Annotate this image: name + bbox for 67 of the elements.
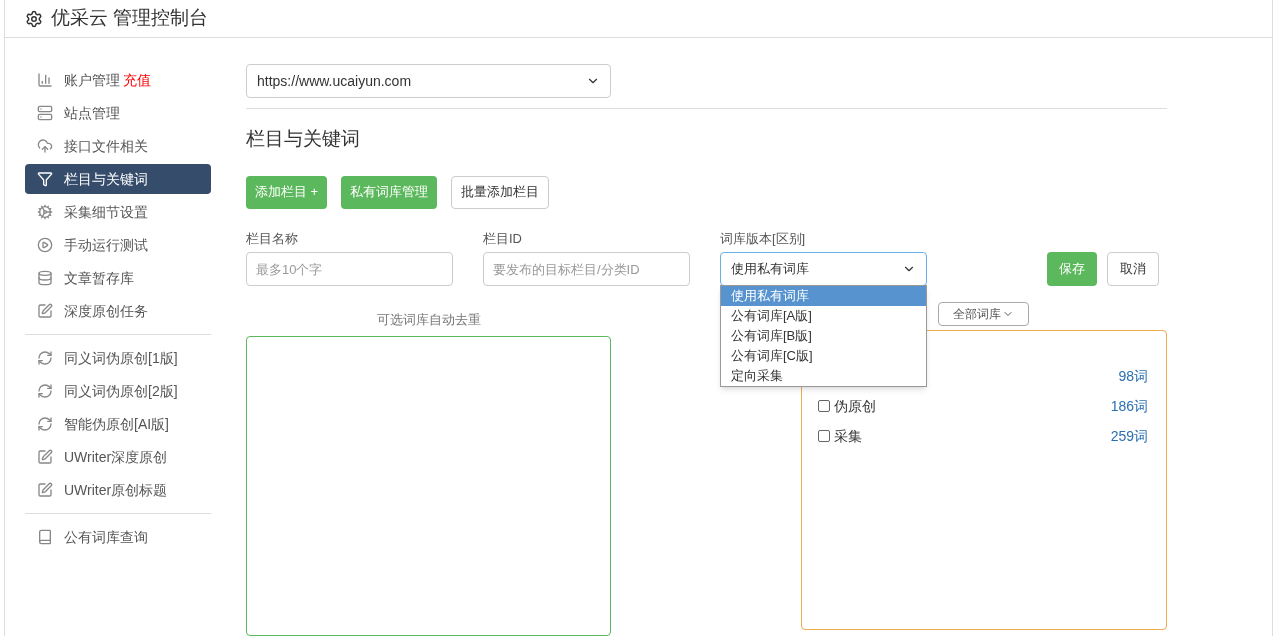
edit-icon: [37, 303, 53, 319]
library-name: 采集: [834, 426, 862, 446]
recharge-link[interactable]: 充值: [123, 69, 151, 91]
hint-text: 可选词库自动去重: [376, 311, 481, 329]
sidebar-item[interactable]: 账户管理 充值: [25, 65, 211, 95]
settings-icon: [25, 9, 43, 28]
dropdown-option[interactable]: 定向采集: [721, 365, 926, 386]
sidebar-item[interactable]: UWriter深度原创: [25, 442, 211, 472]
server-icon: [37, 105, 53, 121]
sidebar-item[interactable]: 深度原创任务: [25, 296, 211, 326]
app-title: 优采云 管理控制台: [51, 6, 209, 31]
gears-icon: [37, 204, 53, 220]
sidebar-label: 手动运行测试: [64, 235, 148, 255]
input-field[interactable]: 最多10个字: [246, 252, 453, 286]
sidebar-item[interactable]: 公有词库查询: [25, 522, 211, 552]
sidebar-label: 采集细节设置: [64, 202, 148, 222]
sidebar-label: 栏目与关键词: [64, 169, 148, 189]
sidebar-label: 公有词库查询: [64, 527, 148, 547]
sidebar-label: UWriter原创标题: [64, 480, 168, 500]
database-icon: [37, 270, 53, 286]
sidebar-item[interactable]: 同义词伪原创[2版]: [25, 376, 211, 406]
library-name: 伪原创: [834, 396, 876, 416]
sidebar-label: 账户管理: [64, 70, 120, 90]
sidebar-item[interactable]: UWriter原创标题: [25, 475, 211, 505]
cloud-upload-icon: [37, 138, 53, 154]
library-filter-select[interactable]: 全部词库: [938, 302, 1029, 326]
dropdown-option[interactable]: 公有词库[A版]: [721, 305, 926, 326]
sidebar-label: 站点管理: [64, 103, 120, 123]
sidebar-item[interactable]: 手动运行测试: [25, 230, 211, 260]
word-count: 259词: [1110, 426, 1148, 446]
field-label: 词库版本[区别]: [720, 229, 806, 248]
site-select[interactable]: https://www.ucaiyun.com: [246, 64, 611, 98]
refresh-icon: [37, 383, 53, 399]
dropdown-option[interactable]: 公有词库[B版]: [721, 325, 926, 346]
word-count: 186词: [1110, 396, 1148, 416]
checkbox[interactable]: [818, 400, 830, 412]
action-button[interactable]: 批量添加栏目: [451, 175, 550, 209]
play-icon: [37, 237, 53, 253]
edit-icon: [37, 482, 53, 498]
edit-icon: [37, 449, 53, 465]
sidebar-item[interactable]: 栏目与关键词: [25, 164, 211, 194]
word-count: 98词: [1118, 366, 1148, 386]
sidebar-label: 文章暂存库: [64, 268, 134, 288]
sidebar-label: UWriter深度原创: [64, 447, 168, 467]
sidebar-item[interactable]: 站点管理: [25, 98, 211, 128]
sidebar-label: 智能伪原创[AI版]: [64, 414, 169, 434]
refresh-icon: [37, 416, 53, 432]
sidebar-label: 同义词伪原创[1版]: [64, 348, 178, 368]
field-label: 栏目名称: [246, 229, 298, 248]
refresh-icon: [37, 350, 53, 366]
checkbox[interactable]: [818, 430, 830, 442]
chart-icon: [37, 72, 53, 88]
input-field[interactable]: 要发布的目标栏目/分类ID: [483, 252, 690, 286]
section-title: 栏目与关键词: [246, 127, 360, 151]
sidebar-item[interactable]: 文章暂存库: [25, 263, 211, 293]
filter-icon: [37, 171, 53, 187]
sidebar-item[interactable]: 采集细节设置: [25, 197, 211, 227]
sidebar-item[interactable]: 智能伪原创[AI版]: [25, 409, 211, 439]
sidebar-item[interactable]: 接口文件相关: [25, 131, 211, 161]
sidebar-label: 接口文件相关: [64, 136, 148, 156]
cancel-button[interactable]: 取消: [1107, 252, 1159, 286]
sidebar-label: 同义词伪原创[2版]: [64, 381, 178, 401]
field-label: 栏目ID: [483, 229, 522, 248]
dropdown-option[interactable]: 公有词库[C版]: [721, 345, 926, 366]
book-icon: [37, 529, 53, 545]
sidebar-item[interactable]: 同义词伪原创[1版]: [25, 343, 211, 373]
sidebar-label: 深度原创任务: [64, 301, 148, 321]
